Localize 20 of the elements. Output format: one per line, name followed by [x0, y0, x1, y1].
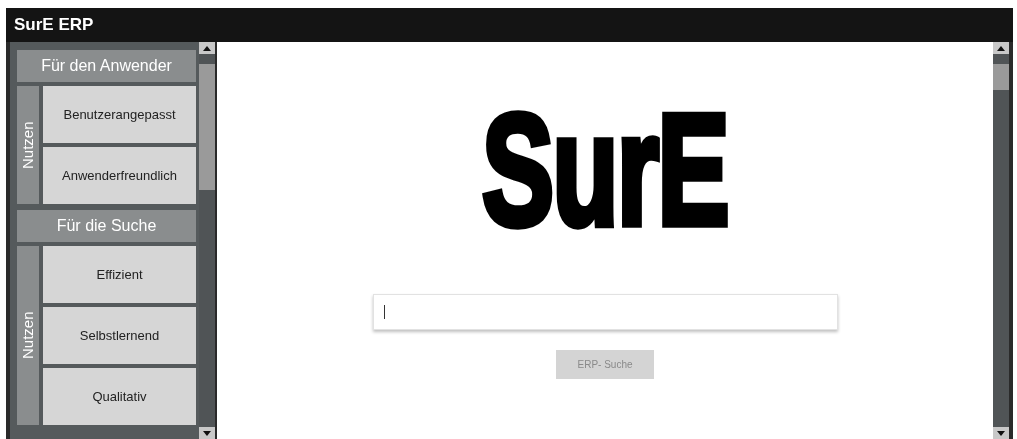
scrollbar[interactable]: [199, 42, 215, 439]
scroll-up-icon[interactable]: [993, 42, 1009, 54]
sidebar-item[interactable]: Effizient: [43, 246, 196, 303]
scroll-thumb[interactable]: [993, 64, 1009, 90]
window-title: SurE ERP: [14, 14, 94, 37]
section-header: Für den Anwender: [17, 50, 196, 82]
sidebar-item[interactable]: Qualitativ: [43, 368, 196, 425]
scroll-thumb[interactable]: [199, 64, 215, 190]
scroll-up-icon[interactable]: [199, 42, 215, 54]
scroll-down-icon[interactable]: [993, 427, 1009, 439]
sidebar-item[interactable]: Anwenderfreundlich: [43, 147, 196, 204]
search-field[interactable]: [372, 294, 838, 330]
sidebar-item[interactable]: Selbstlernend: [43, 307, 196, 364]
logo: SurE: [481, 100, 729, 238]
scrollbar[interactable]: [993, 42, 1009, 439]
sidebar-item[interactable]: Benutzerangepasst: [43, 86, 196, 143]
group-label: Nutzen: [17, 121, 37, 169]
section-header: Für die Suche: [17, 210, 196, 242]
scroll-down-icon[interactable]: [199, 427, 215, 439]
group-label: Nutzen: [17, 311, 37, 360]
